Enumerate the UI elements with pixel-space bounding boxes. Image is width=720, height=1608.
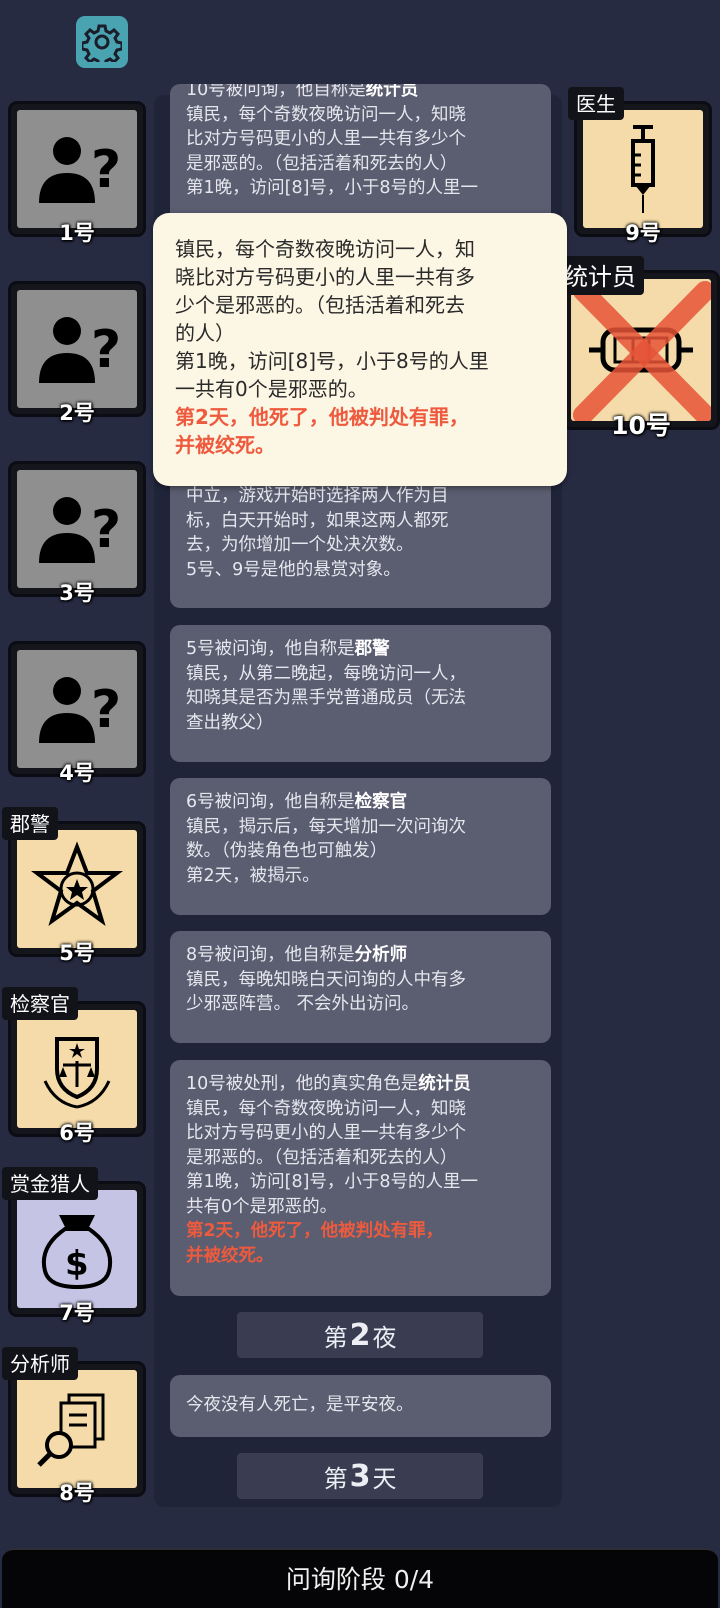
player-card-2[interactable]: ? 2号: [8, 281, 146, 425]
role-tag: 医生: [568, 87, 624, 120]
player-number: 7号: [59, 1301, 95, 1325]
role-tag: 检察官: [2, 987, 78, 1020]
log-entry-5: 5号被问询，他自称是郡警 镇民，从第二晚起，每晚访问一人， 知晓其是否为黑手党普…: [170, 625, 551, 762]
player-card-4[interactable]: ? 4号: [8, 641, 146, 785]
player-number: 5号: [59, 941, 95, 965]
player-number: 6号: [59, 1121, 95, 1145]
unknown-person-icon: ?: [39, 677, 121, 743]
dead-cross-icon: [573, 281, 711, 421]
inquiry-phase-bar[interactable]: 问询阶段 0/4: [2, 1548, 718, 1608]
player-number: 8号: [59, 1481, 95, 1505]
player-card-3[interactable]: ? 3号: [8, 461, 146, 605]
gear-icon: [82, 24, 122, 62]
svg-text:?: ?: [91, 680, 121, 740]
player-card-7[interactable]: $ 赏金猎人 7号: [2, 1167, 146, 1325]
unknown-person-icon: ?: [39, 497, 121, 563]
svg-text:?: ?: [91, 320, 121, 380]
log-entry-10-execution: 10号被处刑，他的真实角色是统计员 镇民，每个奇数夜晚访问一人，知晓 比对方号码…: [170, 1060, 551, 1296]
log-entry-10-inquiry: 10号被问询，他自称是统计员 镇民，每个奇数夜晚访问一人，知晓 比对方号码更小的…: [170, 84, 551, 232]
svg-text:?: ?: [91, 140, 121, 200]
role-tag: 郡警: [2, 807, 58, 840]
magnifier-documents-icon: [37, 1393, 105, 1467]
player-card-10[interactable]: 统计员 10号: [556, 256, 720, 440]
night-2-label: 第2夜: [237, 1312, 483, 1358]
player-card-6[interactable]: 检察官 6号: [2, 987, 146, 1145]
log-entry-6: 6号被问询，他自称是检察官 镇民，揭示后，每天增加一次问询次 数。（伪装角色也可…: [170, 778, 551, 915]
player-number: 9号: [625, 221, 661, 245]
player-number: 4号: [59, 761, 95, 785]
svg-text:$: $: [65, 1244, 89, 1284]
role-tag: 赏金猎人: [2, 1167, 98, 1200]
inquiry-phase-label: 问询阶段 0/4: [285, 1565, 435, 1594]
svg-text:?: ?: [91, 500, 121, 560]
syringe-icon: [631, 125, 655, 213]
player-number: 10号: [611, 411, 671, 440]
player-card-8[interactable]: 分析师 8号: [2, 1347, 146, 1505]
day-3-label: 第3天: [237, 1453, 483, 1499]
log-entry-night-2: 今夜没有人死亡，是平安夜。: [170, 1375, 551, 1437]
player-number: 2号: [59, 401, 95, 425]
player-card-9[interactable]: 医生 9号: [568, 87, 712, 245]
player-card-1[interactable]: ? 1号: [8, 101, 146, 245]
unknown-person-icon: ?: [39, 137, 121, 203]
role-tag: 分析师: [2, 1347, 78, 1380]
money-bag-icon: $: [42, 1215, 112, 1290]
role-tooltip: 镇民，每个奇数夜晚访问一人，知 晓比对方号码更小的人里一共有多 少个是邪恶的。（…: [153, 213, 567, 486]
unknown-person-icon: ?: [39, 317, 121, 383]
player-card-5[interactable]: 郡警 5号: [2, 807, 146, 965]
log-entry-8: 8号被问询，他自称是分析师 镇民，每晚知晓白天问询的人中有多 少邪恶阵营。 不会…: [170, 931, 551, 1043]
sheriff-star-icon: [31, 841, 123, 927]
player-number: 3号: [59, 581, 95, 605]
settings-button[interactable]: [76, 16, 128, 68]
role-tag: 统计员: [556, 256, 644, 295]
justice-scales-icon: [43, 1037, 111, 1109]
player-number: 1号: [59, 221, 95, 245]
